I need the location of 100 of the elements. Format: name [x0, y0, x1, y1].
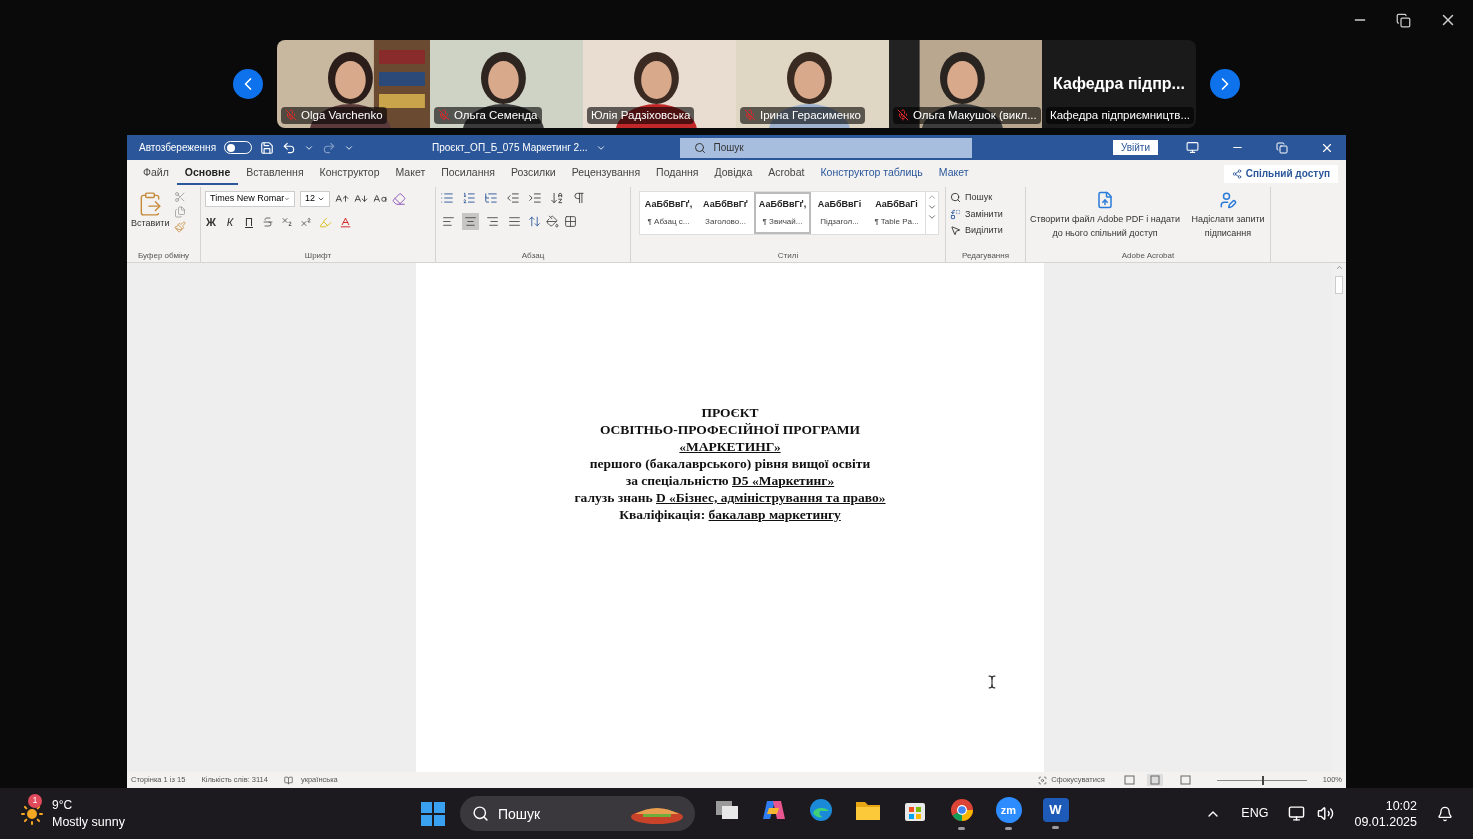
borders-icon[interactable]	[564, 215, 577, 228]
restore-icon[interactable]	[1396, 12, 1411, 28]
caret-icon	[317, 195, 325, 203]
pointer-icon	[950, 225, 961, 237]
replace-button[interactable]: Замінити	[950, 207, 1003, 221]
scrollbar-thumb[interactable]	[1335, 276, 1343, 294]
decrease-indent-icon[interactable]	[506, 191, 520, 205]
format-button[interactable]: Ж	[205, 214, 217, 231]
participant-name: Кафедра підприємництв...	[1046, 106, 1195, 124]
search-field[interactable]: Пошук	[679, 137, 972, 158]
request-signatures-button[interactable]: Надіслати запити підписання	[1188, 191, 1268, 240]
show-marks-icon[interactable]	[572, 191, 586, 205]
style-item[interactable]: АаБбВвГі Підзагол...	[811, 192, 868, 234]
paste-button[interactable]: Вставити	[131, 191, 170, 233]
copilot-icon[interactable]	[760, 798, 787, 822]
ribbon-tab[interactable]: Посилання	[433, 162, 503, 185]
ribbon-tab[interactable]: Подання	[648, 162, 707, 185]
document-title: Проєкт_ОП_Б_075 Маркетинг 2...	[432, 141, 588, 155]
format-button[interactable]: К	[224, 214, 236, 231]
focus-icon	[1038, 775, 1048, 785]
participant-name: Olga Varchenko	[301, 107, 383, 123]
document-line: Кваліфікація: бакалавр маркетингу	[619, 506, 841, 523]
clear-formatting-icon[interactable]	[392, 192, 406, 206]
ribbon-tab[interactable]: Макет	[387, 162, 434, 185]
line-spacing-icon[interactable]	[528, 215, 541, 228]
ribbon-tab[interactable]: Рецензування	[563, 162, 649, 185]
participant-name: Ольга Макушок (викл...	[913, 107, 1037, 123]
more-styles-icon[interactable]	[927, 212, 937, 222]
start-icon[interactable]	[420, 800, 446, 827]
scroll-down-icon[interactable]	[927, 202, 937, 212]
previous-page-button[interactable]	[233, 69, 263, 99]
style-item[interactable]: АаБбВвГґ Заголово...	[697, 192, 754, 234]
search-icon	[950, 192, 961, 204]
word-app-icon[interactable]: W	[1042, 798, 1069, 822]
increase-indent-icon[interactable]	[528, 191, 542, 205]
subscript-icon[interactable]	[281, 216, 293, 229]
next-page-button[interactable]	[1210, 69, 1240, 99]
document-line: ОСВІТНЬО-ПРОФЕСІЙНОЇ ПРОГРАМИ	[599, 421, 861, 438]
chrome-icon[interactable]	[948, 797, 975, 823]
superscript-icon[interactable]	[300, 216, 312, 229]
weather-condition: Mostly sunny	[52, 813, 125, 831]
sign-in-button[interactable]: Увійти	[1112, 140, 1158, 155]
style-item[interactable]: АаБбВвГґ, ¶ Звичай...	[754, 192, 811, 234]
clock[interactable]: 10:02 09.01.2025	[1354, 797, 1417, 830]
font-name-field[interactable]: Times New Romar	[205, 191, 295, 207]
search-icon	[693, 141, 706, 154]
document-line: за спеціальністю D5 «Маркетинг»	[625, 472, 835, 489]
group-label: Абзац	[520, 250, 546, 262]
undo-icon[interactable]	[282, 140, 297, 155]
share-button[interactable]: Спільний доступ	[1223, 164, 1338, 183]
display-options-icon[interactable]	[1186, 141, 1199, 154]
ribbon-tab[interactable]: Макет	[930, 162, 977, 185]
align-icon	[508, 215, 521, 228]
ribbon-tab[interactable]: Acrobat	[760, 162, 813, 185]
save-icon[interactable]	[260, 140, 275, 155]
participant-name: Ірина Герасименко	[760, 107, 861, 123]
ribbon-tab[interactable]: Конструктор	[311, 162, 388, 185]
find-button[interactable]: Пошук	[950, 191, 1003, 205]
volume-icon[interactable]	[1317, 805, 1335, 822]
notifications-icon[interactable]	[1437, 805, 1453, 822]
create-pdf-button[interactable]: Створити файл Adobe PDF і надати до нього спільний доступ	[1030, 191, 1180, 240]
group-label: Редагування	[960, 250, 1011, 262]
ribbon-tab[interactable]: Основне	[176, 162, 239, 185]
network-icon[interactable]	[1288, 805, 1306, 822]
proofing-icon[interactable]	[283, 775, 293, 785]
participant-name: Юлія Радзіховська	[591, 107, 691, 123]
group-label: Буфер обміну	[136, 250, 191, 262]
input-language[interactable]: ENG	[1241, 804, 1269, 823]
ribbon-tab[interactable]: Розсилки	[502, 162, 564, 185]
select-button[interactable]: Виділити	[950, 224, 1003, 238]
multilevel-list-icon[interactable]	[484, 191, 498, 205]
numbering-icon[interactable]	[462, 191, 476, 205]
participant-tile[interactable]: Кафедра підпр... Кафедра підприємництв...	[1042, 40, 1196, 128]
participant-name: Ольга Семенда	[454, 107, 538, 123]
zoom-slider-thumb[interactable]	[1261, 775, 1264, 785]
font-size-field[interactable]: 12	[300, 191, 330, 207]
task-view-icon[interactable]	[713, 799, 740, 821]
format-button[interactable]: П	[243, 214, 255, 231]
style-item[interactable]: АаБбВвГґ, ¶ Абзац с...	[640, 192, 697, 234]
align-icon	[486, 215, 499, 228]
ribbon-tab[interactable]: Довідка	[706, 162, 761, 185]
taskbar-search-field[interactable]: Пошук	[460, 796, 695, 831]
ribbon-tab[interactable]: Файл	[135, 162, 177, 185]
group-label: Adobe Acrobat	[1120, 250, 1176, 262]
style-item[interactable]: АаБбВаГі ¶ Table Pa...	[868, 192, 925, 234]
document-line: ПРОЄКТ	[701, 404, 759, 421]
ribbon-tab[interactable]: Конструктор таблиць	[812, 162, 931, 185]
search-icon	[472, 805, 489, 822]
alignment-button[interactable]	[462, 213, 479, 230]
sort-icon[interactable]	[550, 191, 564, 205]
group-label: Шрифт	[303, 250, 333, 262]
strikethrough-icon[interactable]	[262, 216, 274, 229]
edge-icon[interactable]	[807, 797, 834, 823]
notification-badge: 1	[28, 793, 42, 808]
group-label: Стилі	[776, 250, 800, 262]
redo-icon[interactable]	[322, 140, 337, 155]
ribbon-tab[interactable]: Вставлення	[238, 162, 312, 185]
align-icon	[442, 215, 455, 228]
font-color-icon[interactable]	[339, 215, 352, 229]
shading-icon[interactable]	[546, 215, 559, 228]
